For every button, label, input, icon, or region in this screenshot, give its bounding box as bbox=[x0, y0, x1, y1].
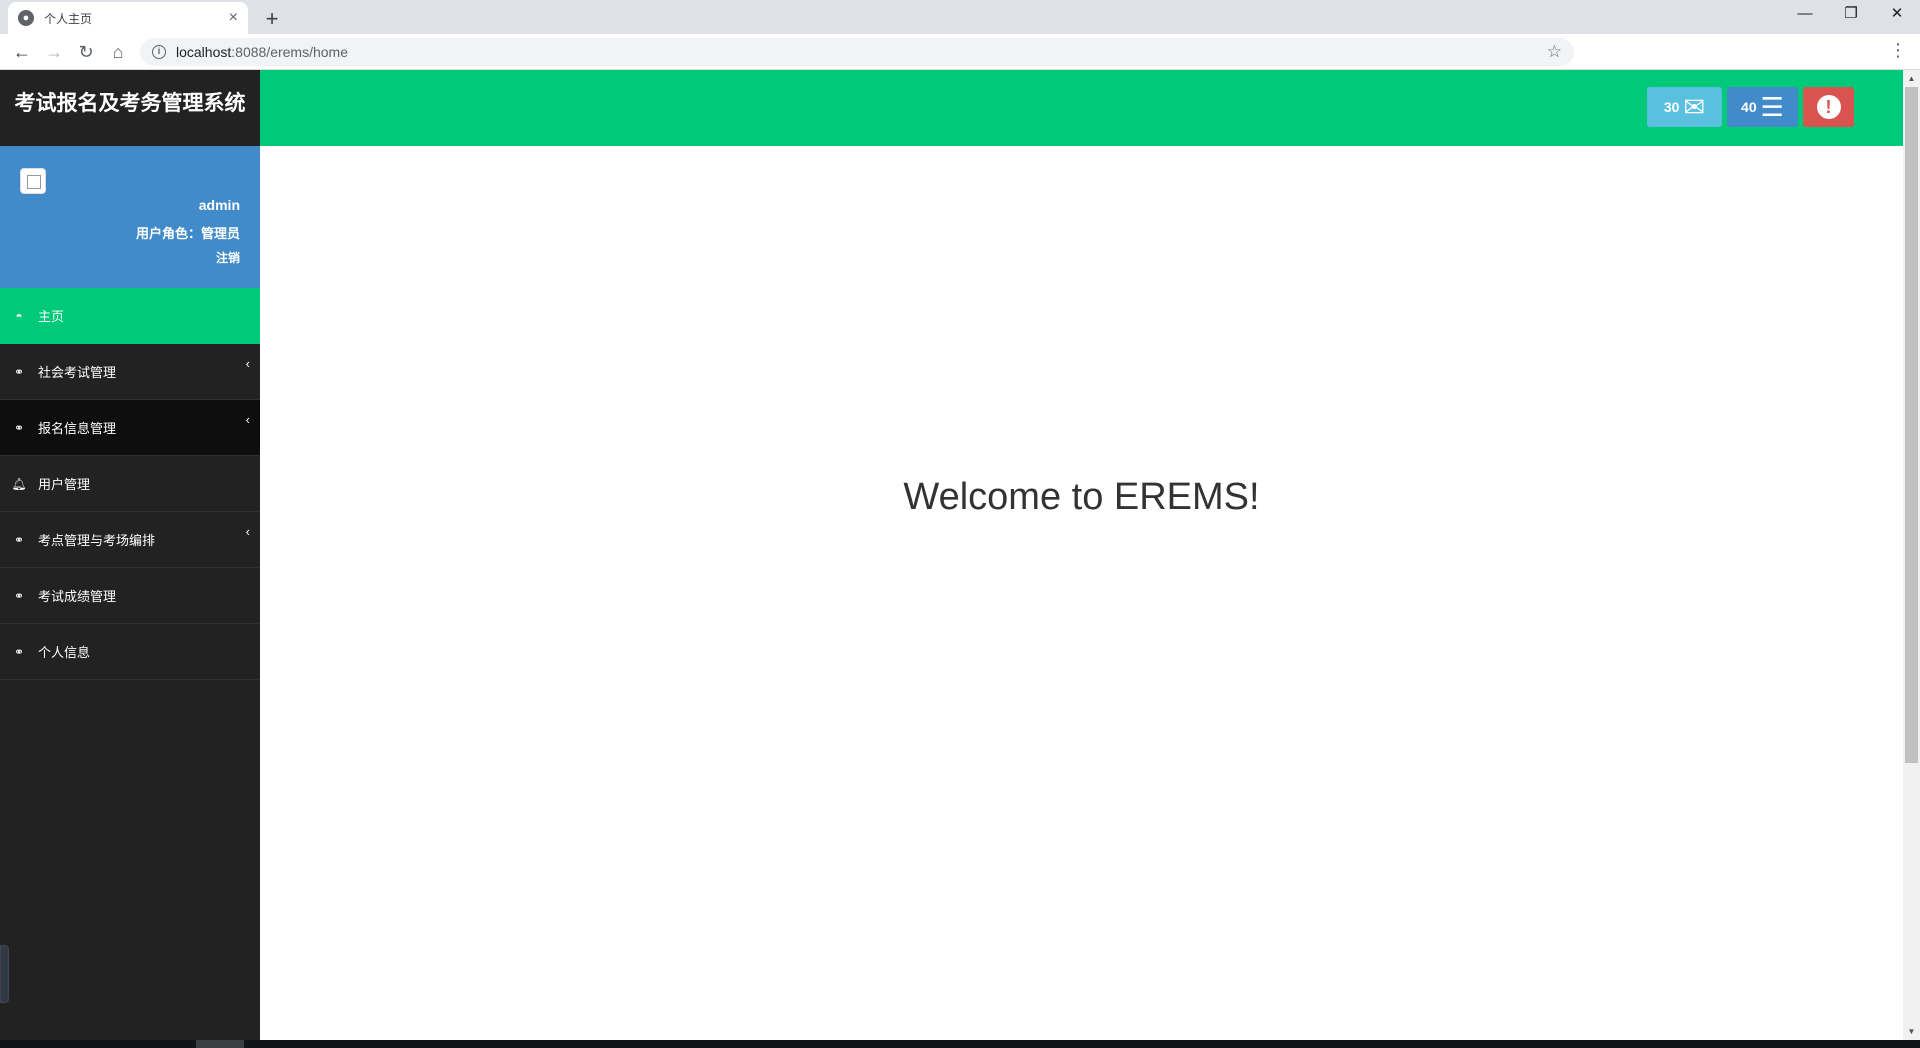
scroll-up-arrow-icon[interactable]: ▲ bbox=[1903, 70, 1920, 87]
more-vert-icon[interactable]: ⋮ bbox=[1886, 40, 1910, 61]
bicycle-icon: ⚭ bbox=[13, 420, 25, 435]
home-button[interactable]: ⌂ bbox=[104, 38, 132, 66]
sidebar-item-scores[interactable]: ⚭ 考试成绩管理 bbox=[0, 568, 260, 624]
sidebar-item-exam-sites[interactable]: ⚭ 考点管理与考场编排 ‹ bbox=[0, 512, 260, 568]
tasks-button[interactable]: 40 ☰ bbox=[1727, 87, 1798, 127]
minimize-window-button[interactable]: — bbox=[1782, 0, 1828, 30]
username: admin bbox=[198, 197, 240, 213]
chevron-left-icon: ‹ bbox=[245, 412, 250, 427]
envelope-icon: ✉ bbox=[1683, 92, 1706, 122]
brand-title: 考试报名及考务管理系统 bbox=[0, 70, 260, 146]
sidebar-item-label: 主页 bbox=[38, 309, 65, 324]
browser-toolbar: ← → ↻ ⌂ i localhost :8088/erems/home ☆ ⋮ bbox=[0, 34, 1920, 70]
role-value: 管理员 bbox=[200, 226, 240, 241]
web-page: 考试报名及考务管理系统 admin 用户角色：管理员 注销 ◓ 主页 ⚭ 社会考… bbox=[0, 70, 1920, 1040]
reload-button[interactable]: ↻ bbox=[72, 38, 100, 66]
role-label: 用户角色： bbox=[135, 226, 201, 241]
forward-button[interactable]: → bbox=[40, 38, 68, 66]
close-tab-icon[interactable]: × bbox=[229, 9, 238, 27]
scrollbar-thumb[interactable] bbox=[1905, 87, 1918, 763]
side-panel-handle[interactable] bbox=[0, 945, 9, 1003]
sidebar-item-label: 社会考试管理 bbox=[38, 365, 117, 380]
sidebar-item-label: 报名信息管理 bbox=[38, 421, 117, 436]
sidebar: 考试报名及考务管理系统 admin 用户角色：管理员 注销 ◓ 主页 ⚭ 社会考… bbox=[0, 70, 260, 1040]
browser-tabstrip: ● 个人主页 × + — ❐ ✕ bbox=[0, 0, 1920, 34]
sidebar-item-profile[interactable]: ⚭ 个人信息 bbox=[0, 624, 260, 680]
main-content: Welcome to EREMS! bbox=[260, 146, 1903, 1040]
sidebar-item-home[interactable]: ◓ 主页 bbox=[0, 288, 260, 344]
url-path: :8088/erems/home bbox=[231, 44, 348, 60]
bicycle-icon: ⚭ bbox=[13, 644, 25, 659]
bicycle-icon: ⚭ bbox=[13, 532, 25, 547]
info-icon[interactable]: i bbox=[152, 45, 166, 59]
new-tab-button[interactable]: + bbox=[258, 5, 286, 33]
user-profile-panel: admin 用户角色：管理员 注销 bbox=[0, 146, 260, 288]
address-bar[interactable]: i localhost :8088/erems/home ☆ bbox=[140, 38, 1574, 66]
scroll-down-arrow-icon[interactable]: ▼ bbox=[1903, 1023, 1920, 1040]
user-role: 用户角色：管理员 bbox=[136, 223, 240, 242]
arrow-right-icon: → bbox=[45, 42, 63, 62]
close-window-button[interactable]: ✕ bbox=[1874, 0, 1920, 30]
home-icon: ⌂ bbox=[112, 42, 124, 62]
exclamation-circle-icon: ! bbox=[1816, 95, 1841, 119]
bicycle-icon: ⚭ bbox=[13, 364, 25, 379]
back-button[interactable]: ← bbox=[8, 38, 36, 66]
logout-link[interactable]: 注销 bbox=[216, 249, 240, 266]
browser-tab[interactable]: ● 个人主页 × bbox=[8, 2, 248, 34]
alerts-button[interactable]: ! bbox=[1803, 87, 1854, 127]
welcome-heading: Welcome to EREMS! bbox=[903, 476, 1260, 518]
reload-icon: ↻ bbox=[78, 42, 94, 62]
messages-button[interactable]: 30 ✉ bbox=[1647, 87, 1722, 127]
messages-count: 30 bbox=[1663, 99, 1680, 115]
arrow-left-icon: ← bbox=[13, 42, 31, 62]
tab-title: 个人主页 bbox=[44, 11, 93, 26]
star-icon[interactable]: ☆ bbox=[1547, 42, 1562, 62]
os-taskbar bbox=[0, 1040, 1920, 1048]
dashboard-icon: ◓ bbox=[15, 308, 23, 323]
top-header-bar: 30 ✉ 40 ☰ ! bbox=[260, 70, 1903, 146]
sidebar-item-social-exam[interactable]: ⚭ 社会考试管理 ‹ bbox=[0, 344, 260, 400]
bell-icon: 🔔︎ bbox=[11, 476, 27, 491]
chevron-left-icon: ‹ bbox=[245, 524, 250, 539]
tasks-count: 40 bbox=[1741, 99, 1757, 115]
sidebar-item-users[interactable]: 🔔︎ 用户管理 bbox=[0, 456, 260, 512]
chevron-left-icon: ‹ bbox=[245, 356, 250, 371]
sidebar-item-label: 考点管理与考场编排 bbox=[38, 533, 156, 548]
list-icon: ☰ bbox=[1760, 92, 1784, 122]
sidebar-item-label: 考试成绩管理 bbox=[38, 589, 117, 604]
bicycle-icon: ⚭ bbox=[13, 588, 25, 603]
url-host: localhost bbox=[176, 44, 232, 60]
sidebar-item-registration[interactable]: ⚭ 报名信息管理 ‹ bbox=[0, 400, 260, 456]
sidebar-item-label: 个人信息 bbox=[38, 645, 91, 660]
taskbar-item[interactable] bbox=[196, 1040, 244, 1048]
globe-icon: ● bbox=[18, 10, 34, 26]
avatar bbox=[20, 168, 46, 194]
sidebar-item-label: 用户管理 bbox=[38, 477, 91, 492]
restore-window-button[interactable]: ❐ bbox=[1828, 0, 1874, 30]
page-scrollbar[interactable]: ▲ ▼ bbox=[1903, 70, 1920, 1040]
